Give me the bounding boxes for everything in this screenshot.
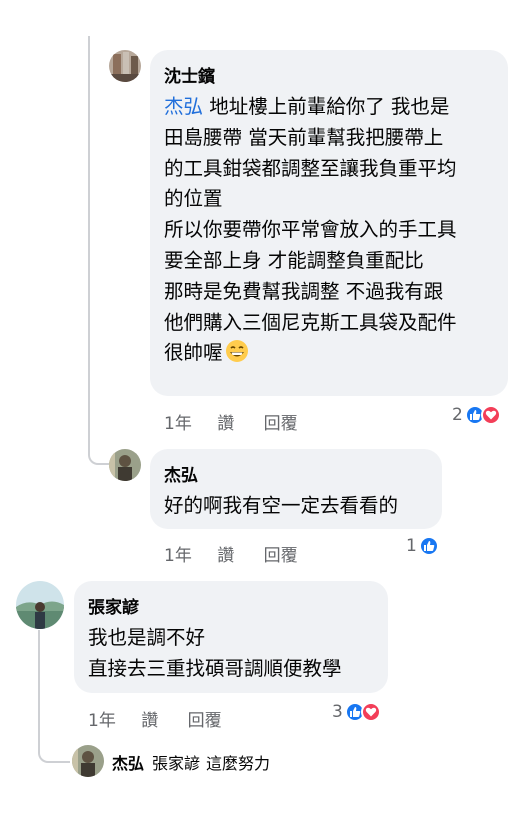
comment-line: 他們購入三個尼克斯工具袋及配件	[164, 310, 457, 334]
avatar-photo-icon	[109, 449, 141, 481]
avatar[interactable]	[16, 581, 64, 629]
avatar-photo-icon	[16, 581, 64, 629]
reaction-summary[interactable]: 3	[332, 701, 381, 723]
love-reaction-icon	[360, 702, 381, 722]
comment-line: 很帥喔	[164, 341, 223, 365]
like-button[interactable]: 讚	[141, 706, 158, 731]
comment-bubble: 張家諺 我也是調不好 直接去三重找碩哥調順便教學	[74, 581, 388, 693]
thread-line-top	[88, 36, 90, 436]
reply-button[interactable]: 回覆	[264, 541, 298, 566]
comment-actions: 1年 讚 回覆	[164, 541, 298, 566]
comment-text: 我也是調不好 直接去三重找碩哥調順便教學	[88, 623, 342, 685]
comment-line: 地址樓上前輩給你了 我也是	[209, 95, 450, 118]
like-button[interactable]: 讚	[217, 409, 234, 434]
comment-text: 杰弘 地址樓上前輩給你了 我也是 田島腰帶 當天前輩幫我把腰帶上 的工具鉗袋都調…	[164, 92, 457, 369]
mention-link[interactable]: 杰弘	[164, 95, 203, 118]
love-reaction-icon	[480, 405, 501, 425]
comment-timestamp[interactable]: 1年	[164, 541, 192, 566]
comment-line: 的工具鉗袋都調整至讓我負重平均	[164, 156, 457, 180]
mention-link[interactable]: 張家諺	[152, 750, 200, 774]
reaction-count: 1	[406, 536, 417, 556]
reply-button[interactable]: 回覆	[264, 409, 298, 434]
reaction-count: 2	[452, 405, 463, 425]
comment-line: 好的啊我有空一定去看看的	[164, 494, 399, 517]
thread-connector-reply-2	[88, 435, 110, 465]
thread-connector-collapsed	[38, 733, 70, 763]
comment-line: 田島腰帶 當天前輩幫我把腰帶上	[164, 125, 444, 149]
comment-bubble: 沈士鑌 杰弘 地址樓上前輩給你了 我也是 田島腰帶 當天前輩幫我把腰帶上 的工具…	[150, 50, 508, 396]
reaction-summary[interactable]: 1	[406, 535, 439, 557]
avatar-photo-icon	[72, 745, 104, 777]
comment-actions: 1年 讚 回覆	[164, 409, 298, 434]
reaction-count: 3	[332, 702, 343, 722]
comment-timestamp[interactable]: 1年	[88, 706, 116, 731]
thread-line-bottom	[38, 630, 40, 734]
comment-line: 所以你要帶你平常會放入的手工具	[164, 218, 457, 242]
comment-text: 好的啊我有空一定去看看的	[164, 491, 398, 522]
comment-line: 我也是調不好	[88, 626, 206, 649]
comment-timestamp[interactable]: 1年	[164, 409, 192, 434]
comment-author[interactable]: 杰弘	[164, 461, 198, 486]
like-button[interactable]: 讚	[217, 541, 234, 566]
reaction-summary[interactable]: 2	[452, 404, 501, 426]
comment-author[interactable]: 杰弘	[112, 750, 144, 774]
comment-actions: 1年 讚 回覆	[88, 706, 222, 731]
comment-line: 那時是免費幫我調整 不過我有跟	[164, 279, 444, 303]
comment-text: 這麼努力	[206, 754, 271, 773]
avatar-photo-icon	[109, 50, 141, 82]
collapsed-reply[interactable]: 杰弘 張家諺 這麼努力	[112, 750, 270, 774]
comment-author[interactable]: 沈士鑌	[164, 62, 215, 87]
avatar[interactable]	[109, 449, 141, 481]
comment-author[interactable]: 張家諺	[88, 593, 139, 618]
comment-bubble: 杰弘 好的啊我有空一定去看看的	[150, 449, 442, 529]
reply-button[interactable]: 回覆	[188, 706, 222, 731]
comment-line: 要全部上身 才能調整負重配比	[164, 248, 424, 272]
grinning-face-icon	[225, 340, 248, 363]
like-reaction-icon	[418, 536, 439, 556]
comment-line: 直接去三重找碩哥調順便教學	[88, 656, 342, 680]
avatar[interactable]	[72, 745, 104, 777]
comment-line: 的位置	[164, 187, 223, 211]
avatar[interactable]	[109, 50, 141, 82]
